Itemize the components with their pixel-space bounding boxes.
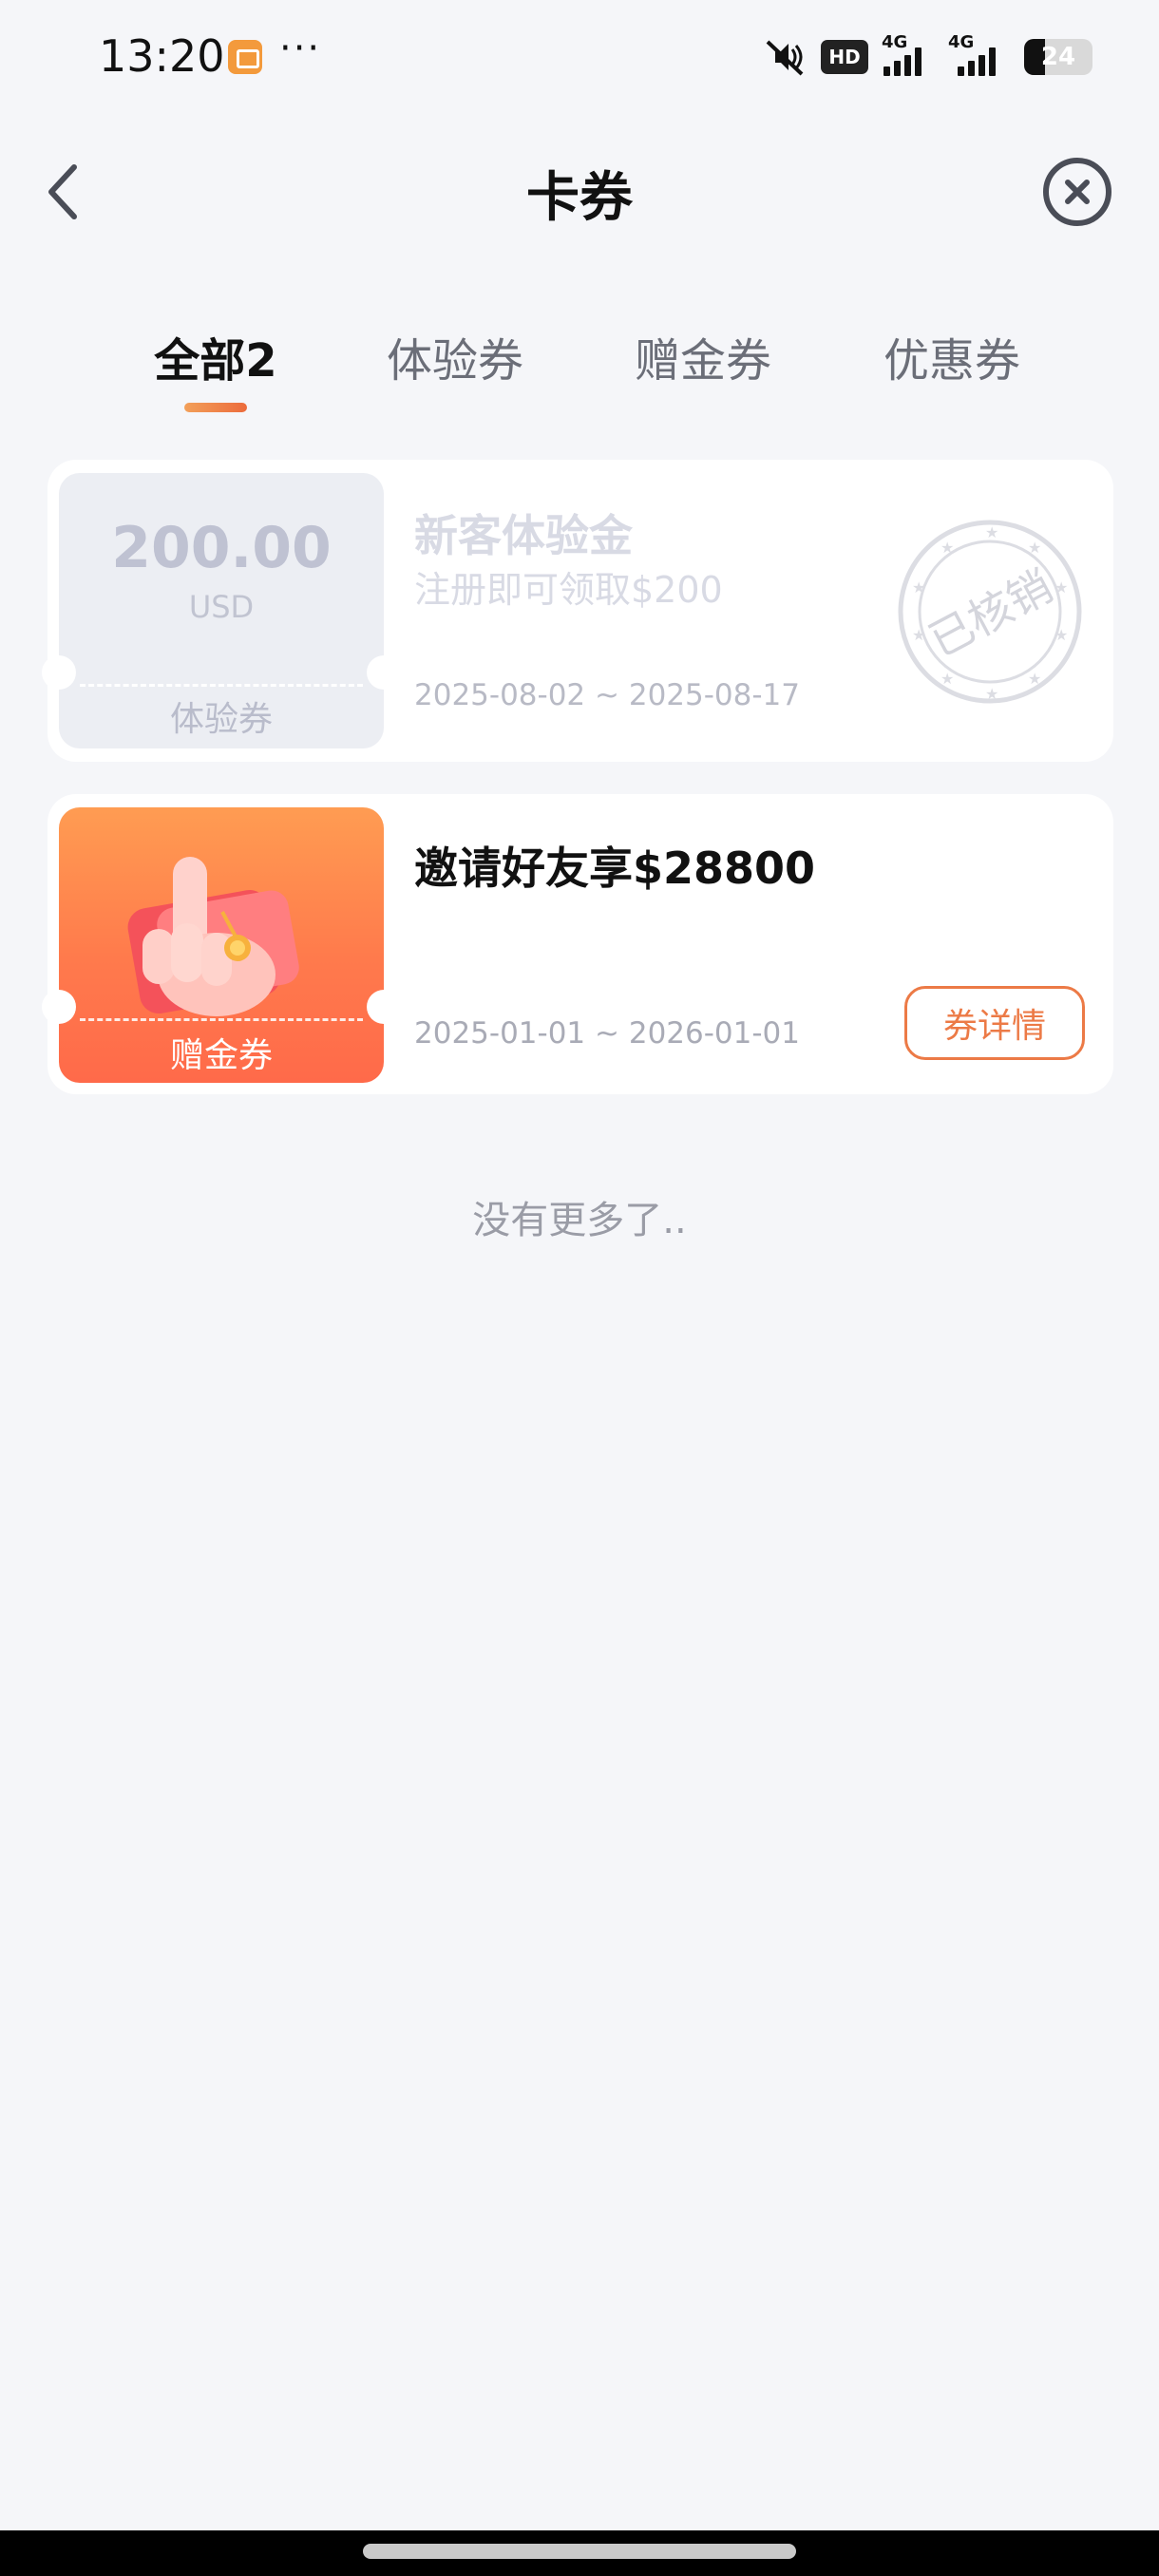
tab-bonus[interactable]: 赠金券 <box>635 323 771 389</box>
svg-text:★: ★ <box>1028 539 1041 557</box>
coupon-title: 邀请好友享$28800 <box>414 843 816 894</box>
end-of-list-text: 没有更多了.. <box>472 1199 687 1242</box>
page-title: 卡券 <box>526 167 633 229</box>
svg-text:★: ★ <box>940 670 954 688</box>
close-icon <box>1065 180 1090 204</box>
svg-text:★: ★ <box>912 626 925 644</box>
svg-text:★: ★ <box>1054 578 1068 597</box>
more-notifications-icon: ··· <box>279 27 322 70</box>
redeemed-stamp: ★ ★ ★ ★ ★ ★ ★ ★ ★ ★ 已核销 <box>898 520 1082 704</box>
home-indicator[interactable] <box>363 2544 796 2559</box>
coupon-validity: 2025-08-02 ~ 2025-08-17 <box>414 678 800 712</box>
coupon-unit: USD <box>188 589 255 625</box>
tab-all[interactable]: 全部2 <box>154 323 276 389</box>
tab-experience[interactable]: 体验券 <box>387 323 523 389</box>
svg-text:★: ★ <box>940 539 954 557</box>
coupon-card-experience[interactable]: 200.00 USD 体验券 新客体验金 注册即可领取$200 2025-08-… <box>42 460 1113 762</box>
close-button[interactable] <box>1043 158 1112 226</box>
svg-text:★: ★ <box>985 523 998 541</box>
signal-icon: 4G <box>882 32 935 76</box>
coupon-stub: 200.00 USD 体验券 <box>59 473 384 748</box>
signal-icon-2: 4G <box>948 32 1011 76</box>
coupon-type: 赠金券 <box>169 1036 273 1075</box>
coupon-amount: 200.00 <box>111 515 332 581</box>
mute-icon <box>766 40 804 76</box>
coupon-card-bonus[interactable]: 赠金券 邀请好友享$28800 2025-01-01 ~ 2026-01-01 … <box>42 794 1113 1094</box>
status-icons: HD 4G 4G 24 <box>762 32 1092 80</box>
coupon-validity: 2025-01-01 ~ 2026-01-01 <box>414 1016 800 1051</box>
tab-bar: 全部2 体验券 赠金券 优惠券 <box>0 323 1159 418</box>
hd-icon: HD <box>821 40 868 74</box>
tab-discount[interactable]: 优惠券 <box>884 323 1020 389</box>
svg-text:★: ★ <box>1028 670 1041 688</box>
coupon-stub: 赠金券 <box>59 807 384 1083</box>
svg-text:★: ★ <box>912 578 925 597</box>
active-tab-indicator <box>184 403 247 412</box>
coupon-type: 体验券 <box>169 700 273 739</box>
svg-text:★: ★ <box>985 685 998 703</box>
svg-text:★: ★ <box>1054 626 1068 644</box>
coupon-subtitle: 注册即可领取$200 <box>414 569 723 611</box>
status-bar: 13:20 ··· HD 4G 4G 24 <box>0 0 1159 114</box>
coupon-title: 新客体验金 <box>414 510 633 561</box>
battery-icon: 24 <box>1024 39 1092 75</box>
stamp-text: 已核销 <box>921 560 1060 667</box>
status-time: 13:20 <box>99 30 225 82</box>
app-notification-icon <box>228 40 262 74</box>
coupon-detail-button[interactable]: 券详情 <box>904 986 1085 1060</box>
